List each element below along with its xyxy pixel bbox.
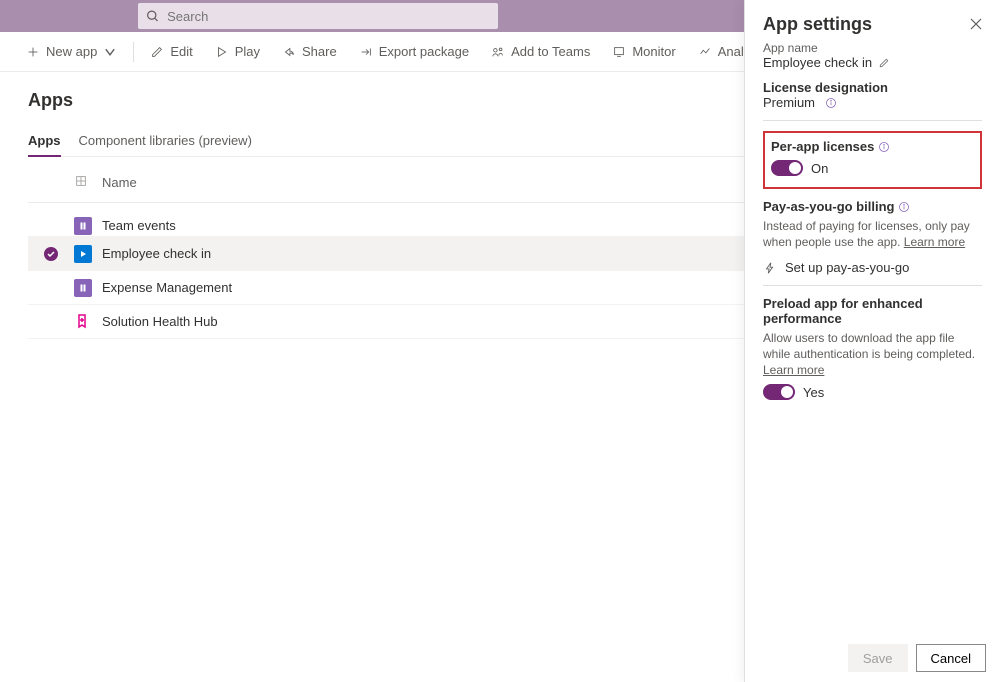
toggle-switch[interactable] [771,160,803,176]
tab-apps[interactable]: Apps [28,125,61,156]
license-value: Premium [763,95,815,110]
setup-payg-link[interactable]: Set up pay-as-you-go [763,260,982,275]
info-icon[interactable] [878,141,890,153]
app-icon [74,312,92,330]
info-icon[interactable] [898,201,910,213]
edit-button[interactable]: Edit [142,40,200,63]
export-button[interactable]: Export package [351,40,477,63]
preload-label: Preload app for enhanced performance [763,296,982,326]
app-name: Employee check in [102,246,610,261]
app-name-label: App name [763,41,982,55]
pencil-icon[interactable] [878,57,890,69]
panel-footer: Save Cancel [745,634,1000,682]
close-button[interactable] [970,17,982,33]
col-name[interactable]: Name [102,175,610,190]
app-name: Team events [102,218,610,233]
share-button[interactable]: Share [274,40,345,63]
per-app-highlight: Per-app licenses On [763,131,982,189]
search-icon [146,9,159,23]
close-icon [970,18,982,30]
add-teams-button[interactable]: Add to Teams [483,40,598,63]
settings-panel: App settings App name Employee check in … [744,0,1000,682]
pencil-icon [150,45,164,59]
learn-more-link[interactable]: Learn more [904,235,965,249]
chevron-down-icon [103,45,117,59]
toggle-state: Yes [803,385,824,400]
app-icon [74,279,92,297]
app-name-value: Employee check in [763,55,872,70]
app-name: Solution Health Hub [102,314,610,329]
divider [133,42,134,62]
per-app-toggle[interactable]: On [771,160,828,176]
payg-description: Instead of paying for licenses, only pay… [763,218,982,250]
cancel-button[interactable]: Cancel [916,644,986,672]
preload-description: Allow users to download the app file whi… [763,330,982,378]
divider [763,285,982,286]
monitor-button[interactable]: Monitor [604,40,683,63]
payg-label: Pay-as-you-go billing [763,199,982,214]
play-icon [215,45,229,59]
panel-title: App settings [763,14,872,35]
export-icon [359,45,373,59]
learn-more-link[interactable]: Learn more [763,363,824,377]
toggle-switch[interactable] [763,384,795,400]
divider [763,120,982,121]
save-button[interactable]: Save [848,644,908,672]
app-icon [74,245,92,263]
lightning-icon [763,261,777,275]
play-button[interactable]: Play [207,40,268,63]
search-box[interactable] [138,3,498,29]
new-app-button[interactable]: New app [18,40,125,63]
teams-icon [491,45,505,59]
app-name: Expense Management [102,280,610,295]
toggle-state: On [811,161,828,176]
license-label: License designation [763,80,982,95]
app-icon [74,217,92,235]
tab-component-libraries[interactable]: Component libraries (preview) [79,125,252,156]
preload-toggle[interactable]: Yes [763,384,824,400]
app-type-icon [74,174,88,188]
share-icon [282,45,296,59]
chart-icon [698,45,712,59]
monitor-icon [612,45,626,59]
search-input[interactable] [167,9,490,24]
per-app-label: Per-app licenses [771,139,974,154]
info-icon[interactable] [825,97,837,109]
plus-icon [26,45,40,59]
checkmark-icon[interactable] [43,246,59,262]
